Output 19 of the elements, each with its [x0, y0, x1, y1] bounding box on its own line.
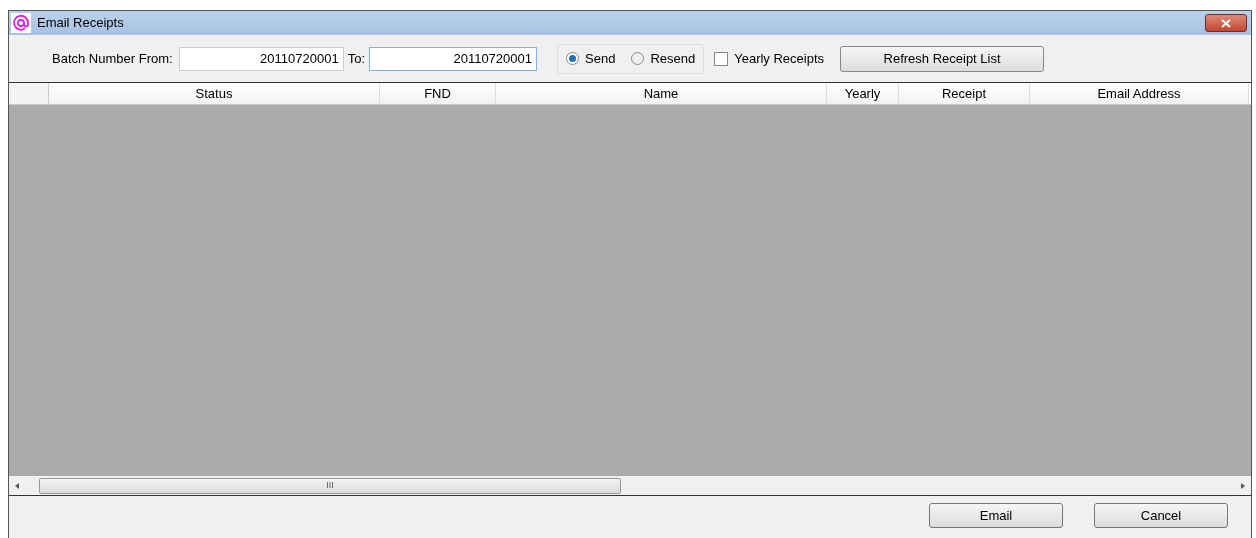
batch-to-field[interactable]: 20110720001: [369, 46, 537, 71]
radio-option[interactable]: Resend: [631, 48, 696, 69]
radio-option[interactable]: Send: [566, 48, 616, 69]
column-header[interactable]: Email Address: [1030, 83, 1249, 104]
batch-from-label: Batch Number From:: [52, 49, 173, 68]
column-header[interactable]: Yearly: [827, 83, 899, 104]
window-title: Email Receipts: [37, 14, 124, 33]
horizontal-scrollbar[interactable]: III: [9, 476, 1251, 496]
dialog-button[interactable]: Cancel: [1094, 503, 1228, 528]
column-header[interactable]: Receipt: [899, 83, 1030, 104]
batch-from-field[interactable]: 20110720001: [178, 46, 344, 71]
column-header[interactable]: FND: [380, 83, 496, 104]
batch-to-label: To:: [347, 49, 365, 68]
scroll-thumb[interactable]: III: [39, 477, 621, 494]
column-header[interactable]: Status: [49, 83, 380, 104]
refresh-button[interactable]: Refresh Receipt List: [840, 45, 1045, 72]
column-header[interactable]: Name: [496, 83, 827, 104]
yearly-receipts-checkbox[interactable]: Yearly Receipts: [714, 48, 825, 69]
dialog-button[interactable]: Email: [929, 503, 1063, 528]
